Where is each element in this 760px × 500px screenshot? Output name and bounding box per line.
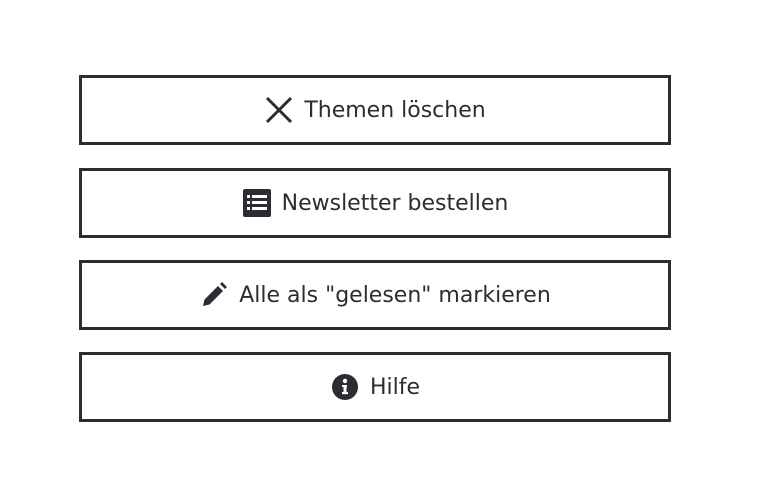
pencil-icon — [199, 280, 229, 310]
info-icon — [330, 372, 360, 402]
list-icon — [242, 188, 272, 218]
delete-topics-button[interactable]: Themen löschen — [79, 75, 671, 145]
delete-topics-label: Themen löschen — [304, 97, 486, 123]
order-newsletter-label: Newsletter bestellen — [281, 190, 509, 216]
mark-all-read-button[interactable]: Alle als "gelesen" markieren — [79, 260, 671, 330]
help-button[interactable]: Hilfe — [79, 352, 671, 422]
help-label: Hilfe — [369, 374, 421, 400]
mark-all-read-label: Alle als "gelesen" markieren — [239, 282, 551, 308]
order-newsletter-button[interactable]: Newsletter bestellen — [79, 168, 671, 238]
close-icon — [264, 95, 294, 125]
